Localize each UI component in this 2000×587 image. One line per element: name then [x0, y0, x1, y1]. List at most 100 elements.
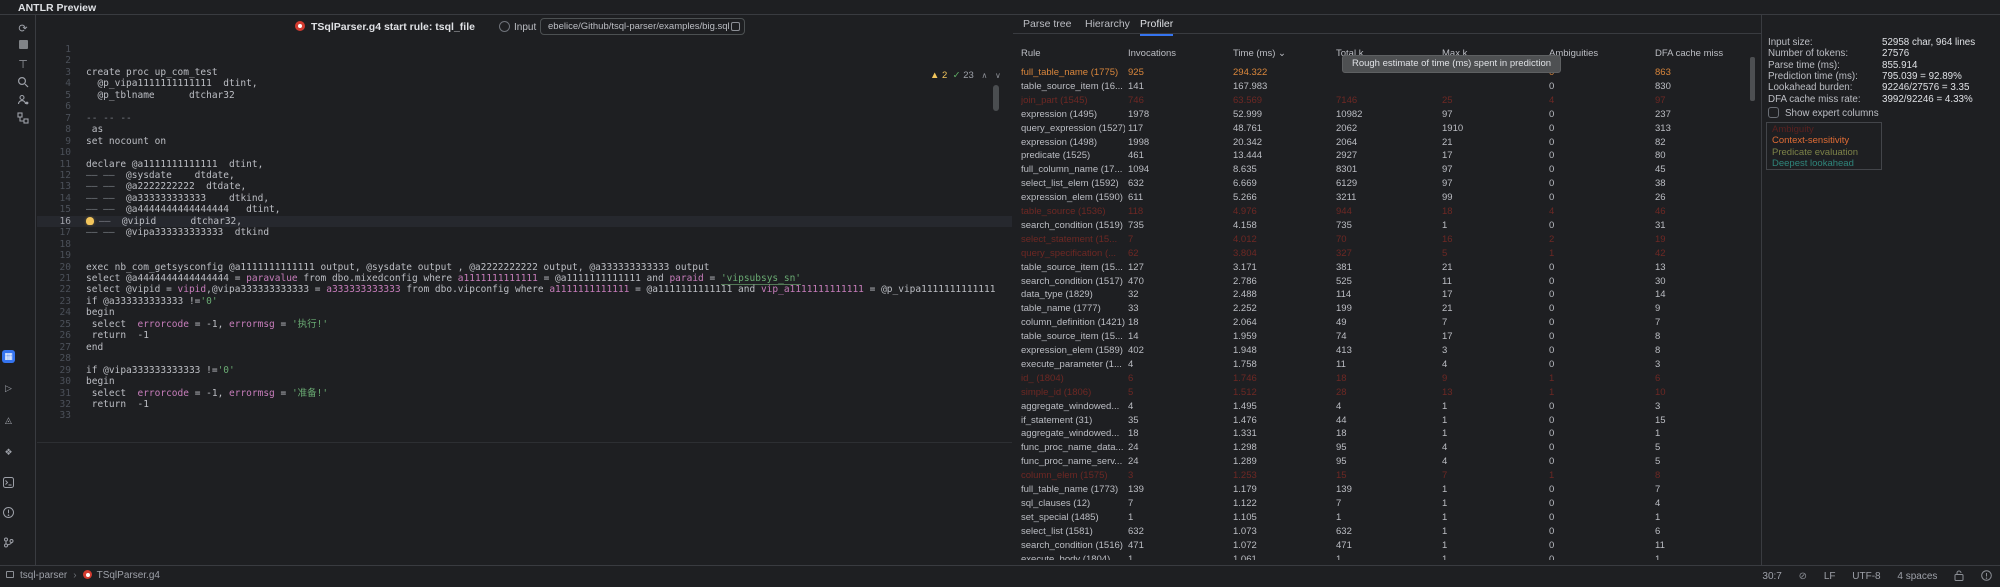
search-icon[interactable] [13, 76, 33, 92]
table-row[interactable]: query_specification (...623.8043275142 [1013, 247, 1755, 261]
editor-line[interactable]: 2 [37, 55, 1012, 66]
editor-line[interactable]: 31 select errorcode = -1, errormsg = '准备… [37, 388, 1012, 399]
editor-line[interactable]: 33 [37, 410, 1012, 421]
editor-line[interactable]: 12—— —— @sysdate dtdate, [37, 170, 1012, 181]
editor-line[interactable]: 9set nocount on [37, 136, 1012, 147]
editor-line[interactable]: 22select @vipid = vipid,@vipa33333333333… [37, 284, 1012, 295]
editor-line[interactable]: 14—— —— @a333333333333 dtkind, [37, 193, 1012, 204]
table-row[interactable]: func_proc_name_data...241.29895405 [1013, 441, 1755, 455]
table-row[interactable]: if_statement (31)351.476441015 [1013, 414, 1755, 428]
stripe-git-branch-icon[interactable] [2, 536, 15, 549]
editor-line[interactable]: 28 [37, 353, 1012, 364]
table-row[interactable]: table_source_item (16...141167.9830830 [1013, 80, 1755, 94]
editor-line[interactable]: 6 [37, 101, 1012, 112]
tab-parse-tree[interactable]: Parse tree [1023, 18, 1071, 34]
editor-line[interactable]: 10 [37, 147, 1012, 158]
table-row[interactable]: expression (1498)199820.342206421082 [1013, 136, 1755, 150]
table-row[interactable]: select_statement (15...74.0127016219 [1013, 233, 1755, 247]
table-row[interactable]: table_source_item (15...1273.17138121013 [1013, 261, 1755, 275]
table-row[interactable]: query_expression (1527)11748.76120621910… [1013, 122, 1755, 136]
stripe-antlr-icon[interactable]: ◬ [2, 414, 15, 427]
table-row[interactable]: full_column_name (17...10948.63583019704… [1013, 163, 1755, 177]
editor-line[interactable]: 5 @p_tblname dtchar32 [37, 90, 1012, 101]
table-row[interactable]: select_list_elem (1592)6326.669612997038 [1013, 177, 1755, 191]
table-row[interactable]: column_definition (1421)182.06449707 [1013, 316, 1755, 330]
editor-line[interactable]: 3create proc up_com_test [37, 67, 1012, 78]
col-rule[interactable]: Rule [1021, 48, 1125, 59]
tab-hierarchy[interactable]: Hierarchy [1085, 18, 1130, 34]
intention-bulb-icon[interactable] [86, 217, 94, 225]
table-row[interactable]: execute_body (1804)11.0611101 [1013, 553, 1755, 561]
editor-line[interactable]: 17—— —— @vipa333333333333 dtkind [37, 227, 1012, 238]
stripe-terminal-icon[interactable] [2, 476, 15, 489]
show-expert-columns-checkbox[interactable]: Show expert columns [1768, 107, 1879, 119]
input-radio[interactable]: Input [499, 21, 536, 33]
indent-setting[interactable]: 4 spaces [1897, 571, 1937, 582]
table-row[interactable]: execute_parameter (1...41.75811403 [1013, 358, 1755, 372]
breadcrumb[interactable]: tsql-parser›TSqlParser.g4 [6, 570, 160, 581]
editor-line[interactable]: 21select @a4444444444444444 = paravalue … [37, 273, 1012, 284]
sql-code-editor[interactable]: 123create proc up_com_test4 @p_vipa11111… [37, 40, 1012, 443]
table-row[interactable]: predicate (1525)46113.444292717080 [1013, 149, 1755, 163]
table-row[interactable]: full_table_name (1773)1391.179139107 [1013, 483, 1755, 497]
table-row[interactable]: expression_elem (1590)6115.266321199026 [1013, 191, 1755, 205]
file-chooser-icon[interactable] [731, 22, 740, 31]
table-row[interactable]: table_name (1777)332.2521992109 [1013, 302, 1755, 316]
table-row[interactable]: table_source (1536)1184.97694418446 [1013, 205, 1755, 219]
editor-vertical-scrollbar[interactable] [993, 85, 999, 111]
table-row[interactable]: search_condition (1516)4711.0724711011 [1013, 539, 1755, 553]
editor-line[interactable]: 23if @a333333333333 !='0' [37, 296, 1012, 307]
editor-line[interactable]: 13—— —— @a2222222222 dtdate, [37, 181, 1012, 192]
editor-line[interactable]: 16—— @vipid dtchar32, [37, 216, 1012, 227]
table-row[interactable]: search_condition (1517)4702.78652511030 [1013, 275, 1755, 289]
input-file-field[interactable]: ebelice/Github/tsql-parser/examples/big.… [540, 18, 745, 35]
col-ambiguities[interactable]: Ambiguities [1549, 48, 1652, 59]
table-row[interactable]: data_type (1829)322.48811417014 [1013, 288, 1755, 302]
editor-line[interactable]: 24begin [37, 307, 1012, 318]
stop-icon[interactable] [13, 40, 33, 56]
table-row[interactable]: expression_elem (1589)4021.948413308 [1013, 344, 1755, 358]
profiler-person-icon[interactable] [13, 94, 33, 110]
lock-icon[interactable] [1954, 571, 1964, 582]
caret-position[interactable]: 30:7 [1762, 571, 1781, 582]
editor-line[interactable]: 19 [37, 250, 1012, 261]
table-row[interactable]: column_elem (1575)31.25315718 [1013, 469, 1755, 483]
line-ending[interactable]: LF [1824, 571, 1836, 582]
table-row[interactable]: select_list (1581)6321.073632106 [1013, 525, 1755, 539]
col-time-sorted[interactable]: Time (ms) ⌄ [1233, 48, 1333, 59]
table-row[interactable]: expression (1495)197852.99910982970237 [1013, 108, 1755, 122]
table-scrollbar[interactable] [1750, 57, 1755, 101]
table-row[interactable]: aggregate_windowed...181.33118101 [1013, 427, 1755, 441]
editor-line[interactable]: 32 return -1 [37, 399, 1012, 410]
tab-profiler[interactable]: Profiler [1140, 18, 1173, 36]
table-row[interactable]: search_condition (1519)7354.1587351031 [1013, 219, 1755, 233]
editor-line[interactable]: 11declare @a1111111111111 dtint, [37, 159, 1012, 170]
editor-line[interactable]: 26 return -1 [37, 330, 1012, 341]
no-wrap-icon[interactable]: ⊘ [1799, 571, 1807, 582]
table-row[interactable]: func_proc_name_serv...241.28995405 [1013, 455, 1755, 469]
editor-line[interactable]: 4 @p_vipa1111111111111 dtint, [37, 78, 1012, 89]
notifications-icon[interactable] [1981, 571, 1992, 582]
editor-line[interactable]: 1 [37, 44, 1012, 55]
stripe-services-icon[interactable]: ❖ [2, 446, 15, 459]
editor-line[interactable]: 29if @vipa333333333333 !='0' [37, 365, 1012, 376]
table-row[interactable]: sql_clauses (12)71.1227104 [1013, 497, 1755, 511]
prev-problem-icon[interactable]: ∧ [981, 71, 987, 80]
table-row[interactable]: simple_id (1806)51.5122813110 [1013, 386, 1755, 400]
editor-line[interactable]: 27end [37, 342, 1012, 353]
col-dfa-cache-miss[interactable]: DFA cache miss [1655, 48, 1753, 59]
stripe-run-icon[interactable]: ▷ [2, 382, 15, 395]
editor-line[interactable]: 7-- -- -- [37, 113, 1012, 124]
editor-line[interactable]: 30begin [37, 376, 1012, 387]
inspection-widget[interactable]: ▲ 2 ✓ 23 ∧ ∨ [930, 70, 1001, 81]
stripe-problems-icon[interactable] [2, 506, 15, 519]
refresh-icon[interactable]: ⟳ [13, 22, 33, 38]
editor-line[interactable]: 25 select errorcode = -1, errormsg = '执行… [37, 319, 1012, 330]
structure-icon[interactable] [13, 112, 33, 128]
editor-line[interactable]: 8 as [37, 124, 1012, 135]
editor-line[interactable]: 20exec nb_com_getsysconfig @a11111111111… [37, 262, 1012, 273]
col-invocations[interactable]: Invocations [1128, 48, 1230, 59]
table-row[interactable]: table_source_item (15...141.959741708 [1013, 330, 1755, 344]
edit-text-icon[interactable]: ⊤ [13, 58, 33, 74]
next-problem-icon[interactable]: ∨ [995, 71, 1001, 80]
